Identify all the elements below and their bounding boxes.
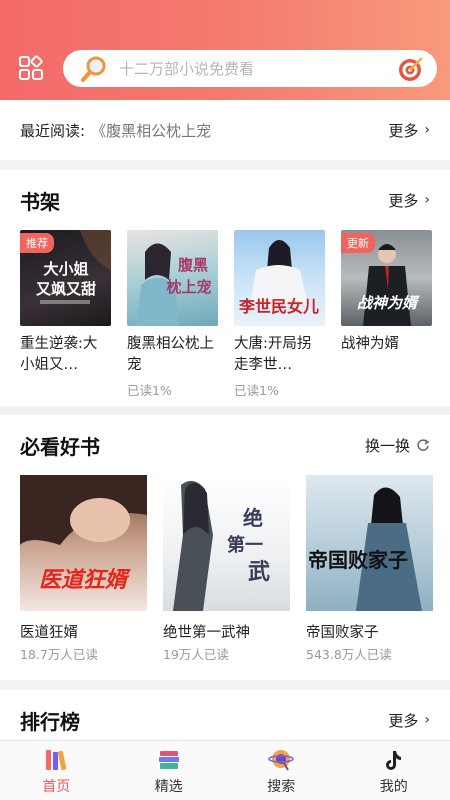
book-cover: 李世民女儿 (234, 230, 325, 326)
must-read-book[interactable]: 医道狂婿 医道狂婿 18.7万人已读 (20, 475, 147, 663)
must-read-book-title: 帝国败家子 (306, 625, 379, 641)
refresh-button[interactable]: 换一换 (365, 435, 430, 456)
bookshelf-more-button[interactable]: 更多 › (388, 190, 430, 211)
planet-search-icon (268, 750, 294, 771)
chevron-right-icon: › (424, 122, 430, 138)
must-read-book-title: 医道狂婿 (20, 625, 78, 641)
refresh-label: 换一换 (364, 436, 410, 455)
bookshelf-title: 书架 (20, 189, 60, 214)
shelf-book-title: 大唐:开局拐走李世… (234, 336, 312, 373)
search-placeholder: 十二万部小说免费看 (119, 60, 255, 78)
must-read-section: 必看好书 换一换 医道狂婿 医道狂婿 18.7万人已读 绝 第一 武 绝世第一武… (0, 415, 450, 680)
recent-more-label: 更多 (388, 121, 419, 140)
cover-title-line2: 又飒又甜 (36, 280, 96, 298)
reader-count: 543.8万人已读 (306, 647, 392, 662)
search-bar[interactable]: 十二万部小说免费看 (63, 50, 437, 87)
nav-home[interactable]: 首页 (0, 741, 113, 800)
nav-mine[interactable]: 我的 (338, 741, 450, 800)
nav-search-label: 搜索 (267, 779, 296, 795)
must-read-book-title: 绝世第一武神 (163, 625, 250, 641)
books-icon (46, 750, 67, 771)
recent-book-title[interactable]: 《腹黑相公枕上宠 (91, 120, 388, 141)
recent-more-button[interactable]: 更多 › (388, 120, 430, 141)
shelf-book[interactable]: 李世民女儿 大唐:开局拐走李世… 已读1% (234, 230, 325, 399)
cover-title: 李世民女儿 (238, 297, 319, 316)
cover-title-line3: 武 (248, 559, 270, 585)
cover-art: 帝国败家子 (308, 487, 422, 611)
shelf-book-title: 重生逆袭:大小姐又… (20, 336, 98, 373)
nav-featured[interactable]: 精选 (113, 741, 226, 800)
book-cover: 腹黑 枕上宠 (127, 230, 218, 326)
ranking-section: 排行榜 更多 › (0, 690, 450, 740)
cover-title: 战神为婿 (357, 294, 420, 312)
tiktok-note-icon (385, 751, 401, 770)
book-cover: 大小姐 又飒又甜 推荐 (20, 230, 111, 326)
ranking-more-label: 更多 (388, 711, 419, 730)
category-grid-icon[interactable] (18, 55, 44, 81)
target-icon[interactable] (397, 55, 425, 83)
cover-art: 李世民女儿 (238, 240, 319, 316)
must-read-book[interactable]: 绝 第一 武 绝世第一武神 19万人已读 (163, 475, 290, 663)
cover-art: 医道狂婿 (20, 475, 147, 593)
ranking-title: 排行榜 (20, 709, 80, 734)
reader-count: 19万人已读 (163, 647, 229, 662)
must-read-book[interactable]: 帝国败家子 帝国败家子 543.8万人已读 (306, 475, 433, 663)
update-badge: 更新 (341, 233, 375, 253)
read-progress: 已读1% (127, 383, 172, 398)
book-cover: 绝 第一 武 (163, 475, 290, 611)
book-cover: 战神为婿 更新 (341, 230, 432, 326)
bottom-nav: 首页 精选 搜索 我的 (0, 740, 450, 800)
must-read-title: 必看好书 (20, 434, 100, 459)
nav-featured-label: 精选 (154, 779, 183, 795)
cover-title-line1: 绝 (243, 506, 263, 530)
book-cover: 帝国败家子 (306, 475, 433, 611)
cover-title-line1: 腹黑 (178, 256, 208, 274)
read-progress: 已读1% (234, 383, 279, 398)
recommend-badge: 推荐 (20, 233, 54, 253)
refresh-icon (417, 439, 430, 451)
recent-label: 最近阅读: (20, 121, 86, 140)
shelf-book[interactable]: 战神为婿 更新 战神为婿 (341, 230, 432, 399)
shelf-book-title: 腹黑相公枕上宠 (127, 336, 214, 373)
book-cover: 医道狂婿 (20, 475, 147, 611)
recent-reading-bar[interactable]: 最近阅读: 《腹黑相公枕上宠 更多 › (0, 100, 450, 160)
nav-home-label: 首页 (42, 779, 71, 795)
cover-title-line1: 大小姐 (43, 260, 88, 278)
cover-title: 帝国败家子 (308, 548, 408, 572)
chevron-right-icon: › (424, 712, 430, 728)
cover-title-line2: 枕上宠 (166, 278, 211, 296)
cover-title: 医道狂婿 (39, 567, 131, 593)
stack-books-icon (158, 751, 179, 769)
search-icon (81, 56, 106, 82)
shelf-book[interactable]: 腹黑 枕上宠 腹黑相公枕上宠 已读1% (127, 230, 218, 399)
cover-art: 绝 第一 武 (173, 480, 270, 611)
app-header: 十二万部小说免费看 (0, 0, 450, 100)
cover-title-line2: 第一 (227, 534, 263, 556)
shelf-book[interactable]: 大小姐 又飒又甜 推荐 重生逆袭:大小姐又… (20, 230, 111, 399)
bookshelf-more-label: 更多 (388, 191, 419, 210)
reader-count: 18.7万人已读 (20, 647, 98, 662)
bookshelf-section: 书架 更多 › 大小姐 又飒又甜 推荐 重生逆袭:大小姐又… 腹黑 枕上宠 腹黑… (0, 170, 450, 406)
shelf-book-title: 战神为婿 (341, 336, 399, 352)
ranking-more-button[interactable]: 更多 › (388, 710, 430, 731)
nav-search[interactable]: 搜索 (225, 741, 338, 800)
nav-mine-label: 我的 (379, 779, 408, 795)
chevron-right-icon: › (424, 192, 430, 208)
cover-art: 腹黑 枕上宠 (137, 243, 212, 326)
